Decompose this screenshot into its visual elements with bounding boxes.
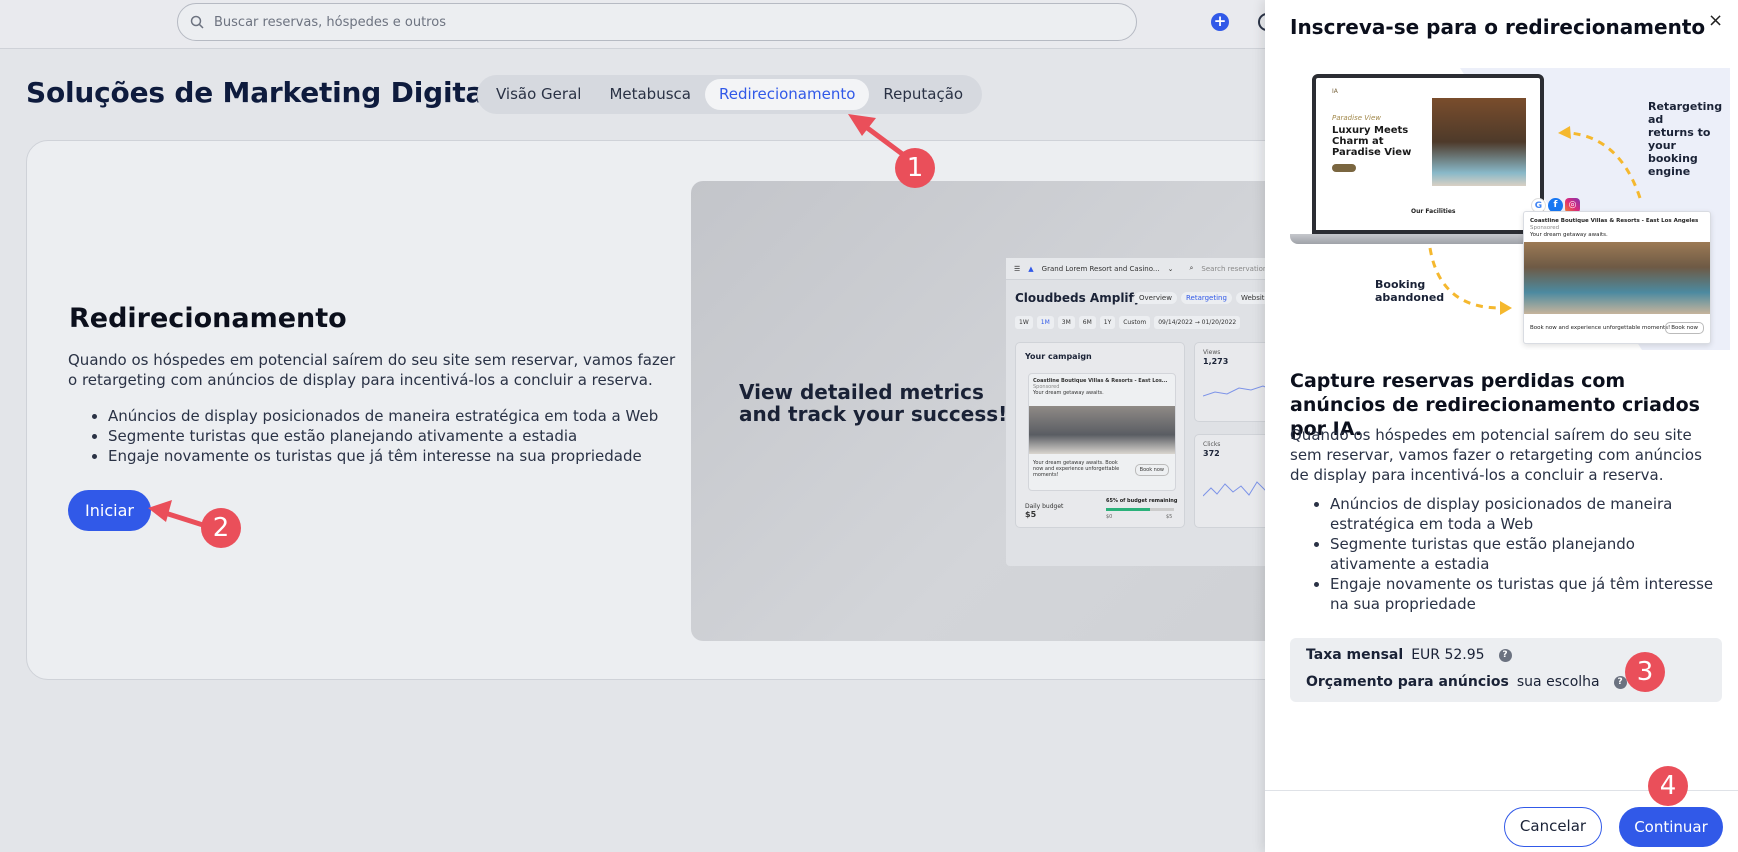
mock-budget-fill (1106, 508, 1151, 511)
annotation-badge-1: 1 (895, 148, 935, 188)
tab-bar: Visão Geral Metabusca Redirecionamento R… (477, 75, 983, 114)
card-description: Quando os hóspedes em potencial saírem d… (68, 351, 676, 389)
card-title: Redirecionamento (69, 303, 347, 334)
ad-footer: Book now and experience unforgettable mo… (1530, 325, 1671, 331)
mock-ad-footer: Your dream getaway awaits. Book now and … (1033, 460, 1120, 478)
ad-budget-row: Orçamento para anúncios sua escolha ? (1306, 674, 1627, 690)
mock-budget-note: 65% of budget remaining (1106, 498, 1178, 504)
drawer-title: Inscreva-se para o redirecionamento (1290, 15, 1706, 39)
mock-budget-label: Daily budget (1025, 503, 1064, 510)
continue-button[interactable]: Continuar (1619, 807, 1723, 847)
mock-clicks-label: Clicks (1203, 441, 1221, 448)
retargeting-card: Redirecionamento Quando os hóspedes em p… (26, 140, 1331, 680)
mock-campaign-title: Your campaign (1025, 352, 1092, 361)
mock-tab: Retargeting (1180, 292, 1232, 304)
mock-range: 1Y (1099, 316, 1116, 329)
add-button[interactable]: + (1211, 13, 1229, 31)
mock-range: Custom (1119, 316, 1151, 329)
mock-ad-tagline: Your dream getaway awaits. (1033, 390, 1104, 396)
ad-budget-label: Orçamento para anúncios (1306, 674, 1509, 690)
list-item: Engaje novamente os turistas que já têm … (108, 446, 728, 466)
search-input[interactable]: Buscar reservas, hóspedes e outros (177, 3, 1137, 41)
mock-campaign-card: Your campaign Coastline Boutique Villas … (1015, 342, 1185, 528)
ad-title: Coastline Boutique Villas & Resorts - Ea… (1530, 218, 1699, 224)
mock-budget-value: $5 (1025, 510, 1037, 519)
mock-budget-bar (1106, 508, 1174, 511)
list-item: Anúncios de display posicionados de mane… (108, 406, 728, 426)
annotation-badge-2: 2 (201, 508, 241, 548)
top-bar: Buscar reservas, hóspedes e outros + (0, 0, 1276, 49)
note-abandoned: Booking abandoned (1375, 278, 1445, 304)
mock-tabs: Overview Retargeting Websites (1134, 292, 1278, 304)
monthly-fee-row: Taxa mensal EUR 52.95 ? (1306, 647, 1512, 663)
cancel-button[interactable]: Cancelar (1504, 807, 1602, 847)
mock-range: 09/14/2022 → 01/20/2022 (1154, 316, 1241, 329)
page-title: Soluções de Marketing Digital (26, 76, 494, 109)
retargeting-illustration: IA Paradise View Luxury Meets Charm at P… (1290, 68, 1730, 350)
list-item: Segmente turistas que estão planejando a… (1330, 534, 1720, 574)
mock-range: 1W (1015, 316, 1033, 329)
ad-sponsored: Sponsored (1530, 225, 1560, 231)
card-benefits-list: Anúncios de display posicionados de mane… (108, 406, 728, 466)
annotation-badge-3: 3 (1625, 652, 1665, 692)
ad-image (1524, 242, 1710, 314)
mock-property: Grand Lorem Resort and Casino... (1041, 264, 1160, 273)
mock-tab: Overview (1134, 292, 1177, 304)
bed-icon: ▲ (1028, 264, 1034, 273)
mock-views-label: Views (1203, 349, 1221, 356)
chevron-down-icon: ⌄ (1167, 264, 1174, 273)
list-item: Segmente turistas que estão planejando a… (108, 426, 728, 446)
ad-tagline: Your dream getaway awaits. (1530, 232, 1608, 238)
help-icon[interactable]: ? (1613, 675, 1627, 689)
mock-range: 1M (1036, 316, 1054, 329)
drawer-description: Quando os hóspedes em potencial saírem d… (1290, 426, 1702, 484)
mock-range: 3M (1057, 316, 1075, 329)
menu-icon: ☰ (1014, 264, 1021, 273)
list-item: Engaje novamente os turistas que já têm … (1330, 574, 1720, 614)
mock-ad-book: Book now (1134, 464, 1169, 476)
close-icon[interactable]: × (1708, 10, 1723, 31)
search-placeholder: Buscar reservas, hóspedes e outros (214, 14, 446, 30)
preview-image: View detailed metrics and track your suc… (691, 181, 1331, 641)
mock-budget-max: $5 (1166, 514, 1173, 520)
mock-ad: Coastline Boutique Villas & Resorts - Ea… (1028, 373, 1176, 491)
monthly-fee-label: Taxa mensal (1306, 647, 1404, 663)
retargeting-ad-card: Coastline Boutique Villas & Resorts - Ea… (1523, 211, 1711, 344)
signup-drawer: Inscreva-se para o redirecionamento × IA… (1265, 0, 1738, 852)
mock-ad-image (1029, 406, 1175, 454)
ad-book-button: Book now (1665, 322, 1704, 334)
ad-budget-value: sua escolha (1516, 674, 1600, 690)
annotation-badge-4: 4 (1648, 766, 1688, 806)
tab-reputation[interactable]: Reputação (869, 79, 977, 110)
monthly-fee-value: EUR 52.95 (1411, 647, 1485, 663)
mock-budget: Daily budget $5 (1025, 503, 1063, 519)
mock-budget-min: $0 (1106, 514, 1113, 520)
tab-retargeting[interactable]: Redirecionamento (704, 79, 870, 110)
help-icon[interactable]: ? (1498, 648, 1512, 662)
start-button[interactable]: Iniciar (68, 490, 151, 531)
search-icon: ⌕ (1189, 264, 1194, 272)
mock-date-ranges: 1W 1M 3M 6M 1Y Custom 09/14/2022 → 01/20… (1015, 316, 1241, 329)
tab-overview[interactable]: Visão Geral (482, 79, 595, 110)
preview-headline: View detailed metrics and track your suc… (739, 380, 1008, 426)
search-icon (190, 15, 204, 29)
note-returns: Retargeting ad returns to your booking e… (1648, 100, 1723, 178)
drawer-benefits-list: Anúncios de display posicionados de mane… (1330, 494, 1720, 614)
list-item: Anúncios de display posicionados de mane… (1330, 494, 1720, 534)
mock-app-title: Cloudbeds Amplify (1015, 291, 1142, 305)
tab-metasearch[interactable]: Metabusca (595, 79, 705, 110)
mock-range: 6M (1078, 316, 1096, 329)
